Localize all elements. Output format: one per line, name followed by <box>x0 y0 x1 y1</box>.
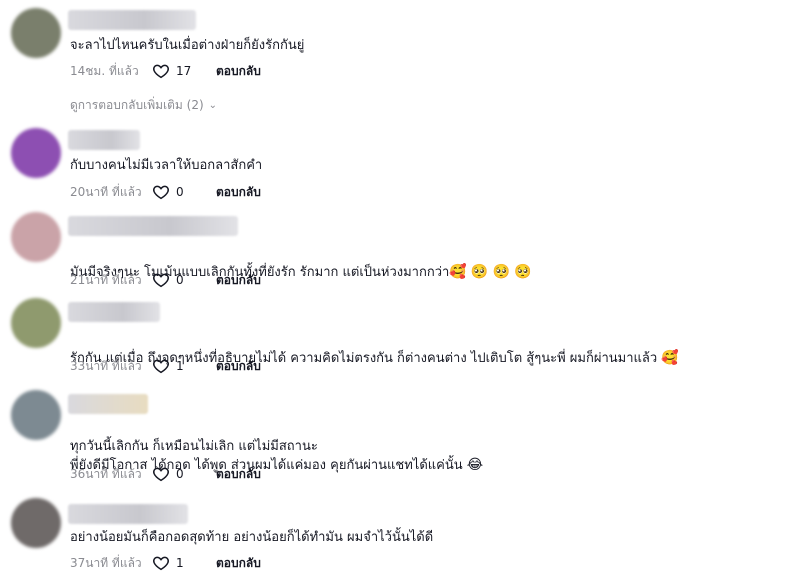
comment-text: จะลาไปไหนครับในเมื่อต่างฝ่ายก็ยังรักกันย… <box>70 38 305 53</box>
heart-icon[interactable] <box>152 357 170 375</box>
comment-item: จะลาไปไหนครับในเมื่อต่างฝ่ายก็ยังรักกันย… <box>0 0 800 120</box>
smiling-face-hearts-icon: 🥰 <box>449 264 467 280</box>
avatar[interactable] <box>11 212 61 262</box>
heart-icon[interactable] <box>152 183 170 201</box>
comment-item: มันมีจริงๆนะ โมเม้นแบบเลิกกันทั้งที่ยังร… <box>0 206 800 292</box>
comment-item: อย่างน้อยมันก็คือกอดสุดท้าย อย่างน้อยก็ไ… <box>0 494 800 580</box>
heart-icon[interactable] <box>152 554 170 572</box>
comment-item: กับบางคนไม่มีเวลาให้บอกลาสักคำ 20นาที ที… <box>0 120 800 206</box>
username-blurred[interactable] <box>68 130 140 150</box>
face-with-tears-of-joy-icon: 😂 <box>466 457 484 473</box>
username-blurred[interactable] <box>68 394 148 414</box>
like-count: 1 <box>176 359 184 373</box>
comment-item: รักกัน แต่เมื่อ ถึงจุดๆหนึ่งที่อธิบายไม่… <box>0 292 800 380</box>
like-count: 17 <box>176 64 192 78</box>
username-blurred[interactable] <box>68 216 238 236</box>
avatar[interactable] <box>11 498 61 548</box>
comment-meta: 20นาที ที่แล้ว 0 ตอบกลับ <box>70 182 261 202</box>
avatar[interactable] <box>11 8 61 58</box>
heart-icon[interactable] <box>152 465 170 483</box>
comment-time: 14ชม. ที่แล้ว <box>70 63 139 78</box>
comment-time: 36นาที ที่แล้ว <box>70 466 142 481</box>
comment-text: อย่างน้อยมันก็คือกอดสุดท้าย อย่างน้อยก็ไ… <box>70 530 434 545</box>
view-more-replies-button[interactable]: ดูการตอบกลับเพิ่มเติม (2) ⌄ <box>70 96 217 115</box>
comment-time: 33นาที ที่แล้ว <box>70 358 142 373</box>
heart-icon[interactable] <box>152 271 170 289</box>
reply-button[interactable]: ตอบกลับ <box>216 357 261 376</box>
comment-meta: 21นาที ที่แล้ว 0 ตอบกลับ <box>70 270 261 290</box>
avatar[interactable] <box>11 298 61 348</box>
comment-time: 21นาที ที่แล้ว <box>70 272 142 287</box>
view-more-replies-label: ดูการตอบกลับเพิ่มเติม (2) <box>70 98 204 112</box>
avatar[interactable] <box>11 128 61 178</box>
reply-button[interactable]: ตอบกลับ <box>216 183 261 202</box>
comment-time: 37นาที ที่แล้ว <box>70 555 142 570</box>
pleading-face-icon: 🥺 <box>492 264 510 280</box>
comment-meta: 33นาที ที่แล้ว 1 ตอบกลับ <box>70 356 261 376</box>
username-blurred[interactable] <box>68 10 196 30</box>
like-count: 0 <box>176 185 184 199</box>
comment-meta: 37นาที ที่แล้ว 1 ตอบกลับ <box>70 553 261 573</box>
heart-icon[interactable] <box>152 62 170 80</box>
smiling-face-hearts-icon: 🥰 <box>661 350 679 366</box>
comment-time: 20นาที ที่แล้ว <box>70 184 142 199</box>
avatar[interactable] <box>11 390 61 440</box>
comment-item: ทุกวันนี้เลิกกัน ก็เหมือนไม่เลิก แต่ไม่ม… <box>0 386 800 490</box>
comment-meta: 14ชม. ที่แล้ว 17 ตอบกลับ <box>70 61 261 81</box>
comment-meta: 36นาที ที่แล้ว 0 ตอบกลับ <box>70 464 261 484</box>
reply-button[interactable]: ตอบกลับ <box>216 271 261 290</box>
chevron-down-icon: ⌄ <box>208 100 218 111</box>
like-count: 0 <box>176 273 184 287</box>
pleading-face-icon: 🥺 <box>470 264 489 280</box>
username-blurred[interactable] <box>68 302 160 322</box>
reply-button[interactable]: ตอบกลับ <box>216 554 261 573</box>
like-count: 1 <box>176 556 184 570</box>
reply-button[interactable]: ตอบกลับ <box>216 465 261 484</box>
pleading-face-icon: 🥺 <box>514 264 532 280</box>
reply-button[interactable]: ตอบกลับ <box>216 62 261 81</box>
like-count: 0 <box>176 467 184 481</box>
comment-text: กับบางคนไม่มีเวลาให้บอกลาสักคำ <box>70 158 263 173</box>
username-blurred[interactable] <box>68 504 188 524</box>
